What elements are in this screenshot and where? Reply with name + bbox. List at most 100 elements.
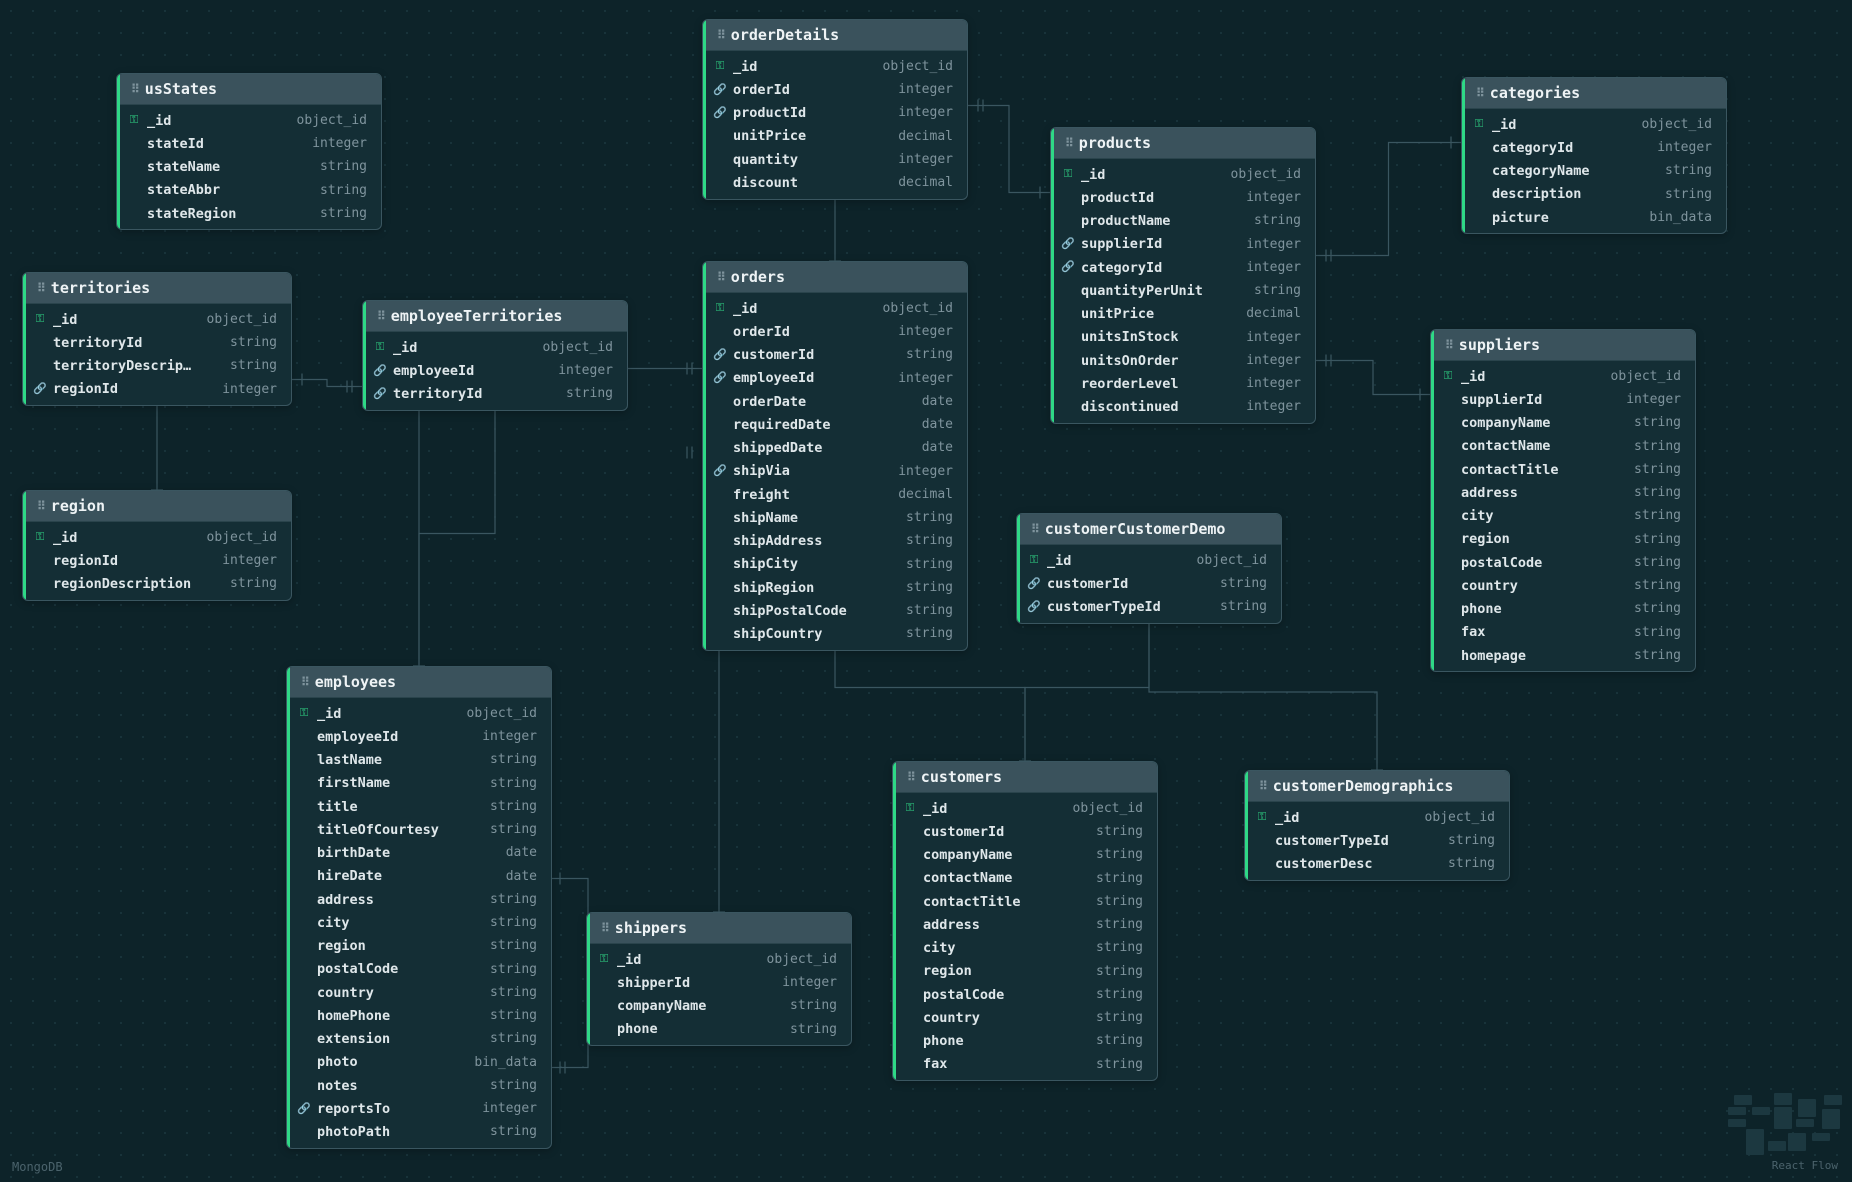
field-type: string [480, 1076, 537, 1096]
table-header[interactable]: ⠿ products [1051, 128, 1315, 159]
field-type: integer [1236, 188, 1301, 208]
field-name: _id [1492, 115, 1516, 135]
table-header[interactable]: ⠿ suppliers [1431, 330, 1695, 361]
field-type: integer [888, 103, 953, 123]
table-customerDemographics[interactable]: ⠿ customerDemographics ⚿ _id object_id cu… [1244, 770, 1510, 881]
table-row: shipAddress string [703, 530, 967, 553]
table-header[interactable]: ⠿ employeeTerritories [363, 301, 627, 332]
table-categories[interactable]: ⠿ categories ⚿_id object_id categoryId i… [1461, 77, 1727, 234]
table-header[interactable]: ⠿ customerDemographics [1245, 771, 1509, 802]
table-row: extension string [287, 1028, 551, 1051]
field-name: quantityPerUnit [1081, 281, 1203, 301]
field-name: territoryDescrip… [53, 356, 191, 376]
table-row: companyName string [1431, 412, 1695, 435]
field-name: regionId [53, 551, 118, 571]
table-row: 🔗customerId string [1017, 572, 1281, 595]
field-name: contactName [1461, 436, 1550, 456]
table-header[interactable]: ⠿ employees [287, 667, 551, 698]
field-name: discontinued [1081, 397, 1179, 417]
field-name: shipRegion [733, 578, 814, 598]
field-name: hireDate [317, 866, 382, 886]
table-title: region [51, 497, 105, 515]
field-type: string [480, 1122, 537, 1142]
field-name: customerId [733, 345, 814, 365]
field-type: string [1438, 854, 1495, 874]
table-region[interactable]: ⠿ region ⚿_id object_id regionId integer… [22, 490, 292, 601]
table-row: fax string [893, 1053, 1157, 1076]
drag-handle-icon: ⠿ [1259, 779, 1267, 793]
table-header[interactable]: ⠿ shippers [587, 913, 851, 944]
field-type: integer [1236, 351, 1301, 371]
field-type: object_id [1415, 808, 1495, 828]
table-row: ⚿_id object_id [703, 297, 967, 320]
field-type: string [1210, 597, 1267, 617]
field-name: photoPath [317, 1122, 390, 1142]
field-type: string [896, 555, 953, 575]
table-shippers[interactable]: ⠿ shippers ⚿_id object_id shipperId inte… [586, 912, 852, 1046]
field-type: integer [1236, 258, 1301, 278]
field-name: categoryId [1492, 138, 1573, 158]
table-header[interactable]: ⠿ usStates [117, 74, 381, 105]
field-name: _id [1275, 808, 1299, 828]
field-type: bin_data [464, 1053, 537, 1073]
key-icon: ⚿ [1061, 166, 1075, 183]
table-title: customers [921, 768, 1002, 786]
field-type: string [1624, 553, 1681, 573]
field-type: string [480, 1006, 537, 1026]
field-type: string [1086, 1031, 1143, 1051]
table-orders[interactable]: ⠿ orders ⚿_id object_id orderId integer … [702, 261, 968, 651]
table-row: companyName string [893, 844, 1157, 867]
table-header[interactable]: ⠿ customers [893, 762, 1157, 793]
table-row: 🔗customerId string [703, 344, 967, 367]
table-suppliers[interactable]: ⠿ suppliers ⚿_id object_id supplierId in… [1430, 329, 1696, 672]
table-products[interactable]: ⠿ products ⚿_id object_id productId inte… [1050, 127, 1316, 424]
field-name: regionDescription [53, 574, 191, 594]
field-name: productId [733, 103, 806, 123]
table-row: orderId integer [703, 320, 967, 343]
field-type: string [1624, 576, 1681, 596]
table-header[interactable]: ⠿ region [23, 491, 291, 522]
field-name: supplierId [1461, 390, 1542, 410]
key-icon: ⚿ [713, 58, 727, 75]
table-row: customerDesc string [1245, 853, 1509, 876]
key-icon: ⚿ [127, 112, 141, 129]
table-title: employeeTerritories [391, 307, 563, 325]
drag-handle-icon: ⠿ [717, 28, 725, 42]
field-name: productId [1081, 188, 1154, 208]
table-territories[interactable]: ⠿ territories ⚿_id object_id territoryId… [22, 272, 292, 406]
key-icon: ⚿ [1255, 809, 1269, 826]
table-customers[interactable]: ⠿ customers ⚿_id object_id customerId st… [892, 761, 1158, 1081]
table-row: 🔗reportsTo integer [287, 1097, 551, 1120]
table-header[interactable]: ⠿ territories [23, 273, 291, 304]
table-row: discount decimal [703, 171, 967, 194]
table-header[interactable]: ⠿ orders [703, 262, 967, 293]
field-type: object_id [197, 528, 277, 548]
table-row: photo bin_data [287, 1051, 551, 1074]
field-type: date [496, 843, 537, 863]
table-orderDetails[interactable]: ⠿ orderDetails ⚿_id object_id 🔗orderId i… [702, 19, 968, 200]
table-employeeTerritories[interactable]: ⠿ employeeTerritories ⚿_id object_id 🔗em… [362, 300, 628, 411]
field-type: integer [888, 369, 953, 389]
field-type: string [1655, 185, 1712, 205]
field-type: string [220, 574, 277, 594]
table-usStates[interactable]: ⠿ usStates ⚿_id object_id stateId intege… [116, 73, 382, 230]
table-row: regionId integer [23, 549, 291, 572]
drag-handle-icon: ⠿ [1476, 86, 1484, 100]
table-header[interactable]: ⠿ customerCustomerDemo [1017, 514, 1281, 545]
field-name: postalCode [1461, 553, 1542, 573]
field-name: title [317, 797, 358, 817]
diagram-canvas[interactable]: ⠿ usStates ⚿_id object_id stateId intege… [0, 0, 1852, 1182]
table-row: ⚿_id object_id [703, 55, 967, 78]
field-type: object_id [197, 310, 277, 330]
table-customerCustomerDemo[interactable]: ⠿ customerCustomerDemo ⚿_id object_id 🔗c… [1016, 513, 1282, 624]
field-type: string [1086, 822, 1143, 842]
field-name: phone [1461, 599, 1502, 619]
field-name: address [317, 890, 374, 910]
table-employees[interactable]: ⠿ employees ⚿_id object_id employeeId in… [286, 666, 552, 1149]
table-header[interactable]: ⠿ orderDetails [703, 20, 967, 51]
field-name: supplierId [1081, 234, 1162, 254]
table-row: productName string [1051, 210, 1315, 233]
table-row: city string [287, 911, 551, 934]
table-header[interactable]: ⠿ categories [1462, 78, 1726, 109]
table-row: lastName string [287, 749, 551, 772]
